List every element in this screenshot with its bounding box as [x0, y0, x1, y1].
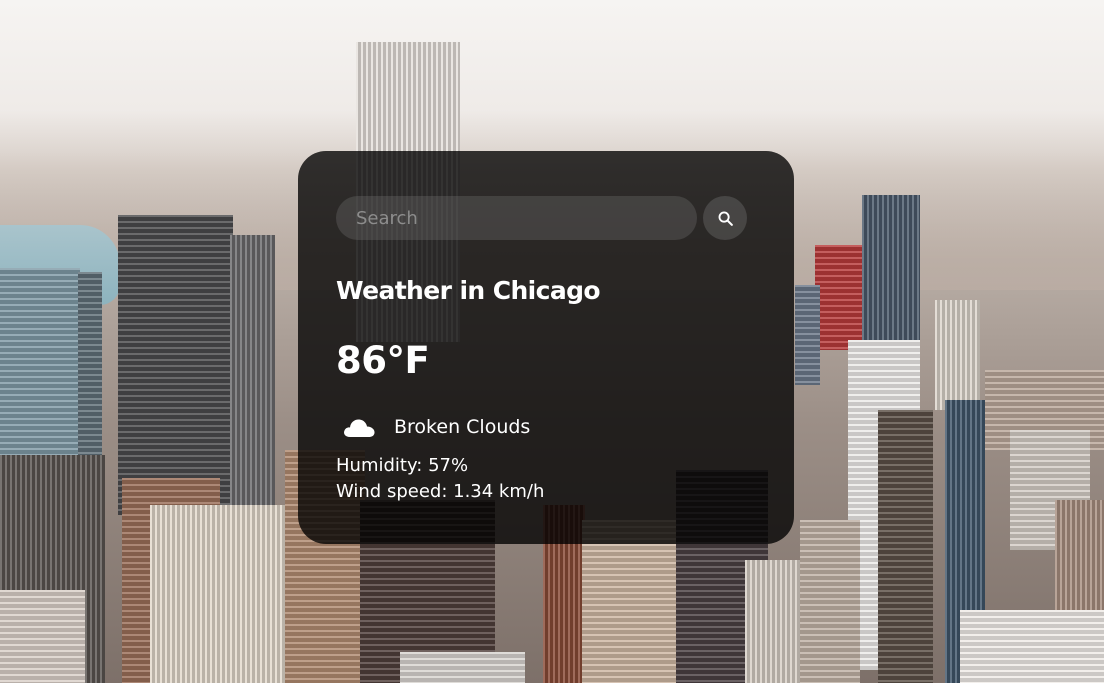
search-bar [336, 196, 747, 240]
building [935, 300, 980, 410]
building [815, 245, 863, 350]
building [878, 410, 933, 683]
building [960, 610, 1104, 683]
building [0, 590, 85, 683]
search-icon [718, 211, 733, 226]
building [795, 285, 820, 385]
building [400, 652, 525, 683]
cloud-icon [344, 419, 375, 437]
condition-label: Broken Clouds [394, 416, 531, 438]
search-input[interactable] [336, 196, 697, 240]
search-button[interactable] [703, 196, 747, 240]
weather-condition: Broken Clouds [342, 412, 530, 442]
building [0, 268, 80, 468]
building [230, 235, 275, 505]
temperature: 86°F [336, 339, 430, 382]
building [582, 520, 678, 683]
building [800, 520, 860, 683]
wind-speed-label: Wind speed: 1.34 km/h [336, 481, 545, 502]
humidity-label: Humidity: 57% [336, 455, 469, 476]
building [78, 272, 102, 462]
city-title: Weather in Chicago [336, 276, 601, 305]
building [118, 215, 233, 515]
weather-card: Weather in Chicago 86°F Broken Clouds Hu… [298, 151, 794, 544]
building [150, 505, 290, 683]
